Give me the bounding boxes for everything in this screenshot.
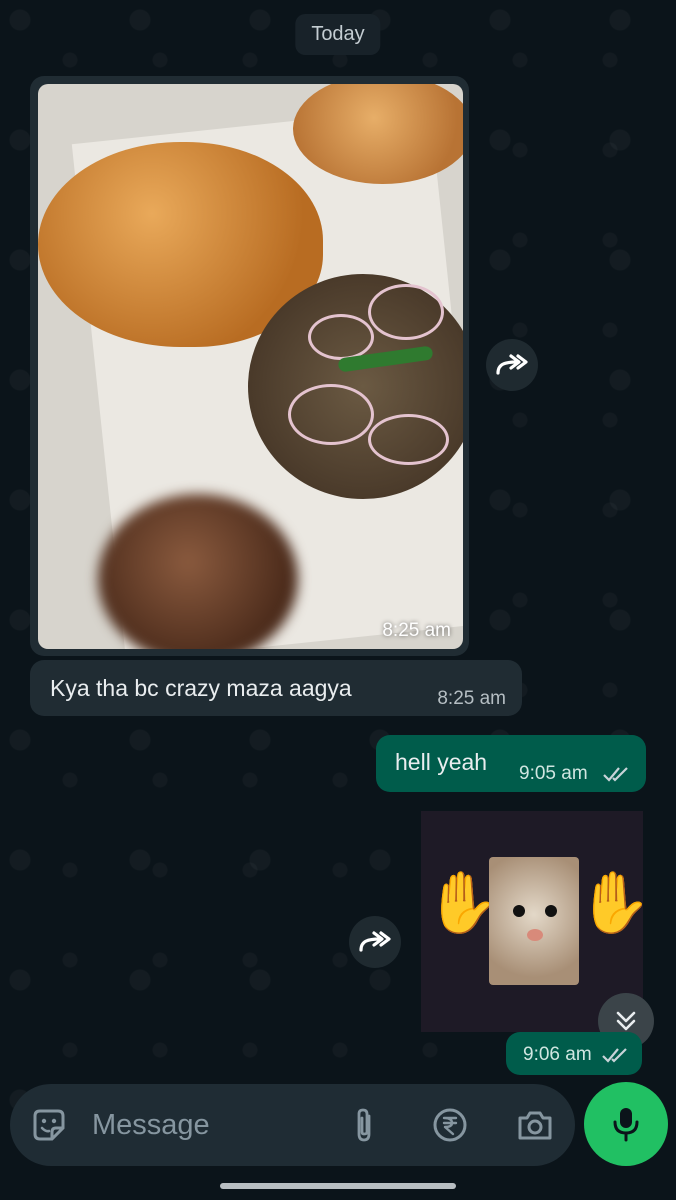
- read-ticks-icon: [602, 1048, 627, 1063]
- cat-nose: [527, 929, 543, 941]
- message-composer: Message: [10, 1084, 575, 1166]
- raised-hand-right-icon: ✋: [577, 869, 652, 936]
- message-time: 9:05 am: [519, 763, 588, 784]
- sticker-button[interactable]: [29, 1105, 69, 1145]
- message-time: 8:25 am: [437, 688, 506, 709]
- gesture-home-bar[interactable]: [220, 1183, 456, 1189]
- double-chevron-down-icon: [616, 1011, 636, 1031]
- date-separator: Today: [295, 14, 381, 55]
- forward-button[interactable]: [349, 916, 401, 968]
- camera-button[interactable]: [515, 1105, 555, 1145]
- message-text: hell yeah: [395, 749, 488, 775]
- food-photo[interactable]: [38, 84, 463, 649]
- voice-message-button[interactable]: [584, 1082, 668, 1166]
- message-time: 9:06 am: [523, 1044, 592, 1065]
- cat-face: [489, 857, 579, 985]
- photo-onion-ring: [368, 284, 444, 340]
- attach-icon: [357, 1108, 371, 1142]
- forward-icon: [359, 931, 391, 952]
- message-input[interactable]: Message: [92, 1109, 210, 1142]
- sticker-icon: [33, 1109, 65, 1141]
- forward-icon: [496, 354, 528, 375]
- message-text: Kya tha bc crazy maza aagya: [50, 675, 352, 701]
- read-ticks-icon: [603, 767, 628, 782]
- incoming-image-message[interactable]: 8:25 am: [30, 76, 469, 656]
- photo-onion-ring: [308, 314, 374, 360]
- sticker-time-chip: 9:06 am: [506, 1032, 642, 1075]
- incoming-text-message[interactable]: Kya tha bc crazy maza aagya 8:25 am: [30, 660, 522, 716]
- payment-button[interactable]: [430, 1105, 470, 1145]
- photo-onion-ring: [288, 384, 374, 445]
- cat-eye: [545, 905, 557, 917]
- cat-eye: [513, 905, 525, 917]
- rupee-payment-icon: [433, 1108, 467, 1142]
- message-time: 8:25 am: [382, 620, 451, 641]
- photo-onion-ring: [368, 414, 449, 465]
- mic-icon: [613, 1108, 639, 1142]
- attach-button[interactable]: [344, 1105, 384, 1145]
- camera-icon: [518, 1111, 552, 1140]
- outgoing-text-message[interactable]: hell yeah 9:05 am: [376, 735, 646, 792]
- forward-button[interactable]: [486, 339, 538, 391]
